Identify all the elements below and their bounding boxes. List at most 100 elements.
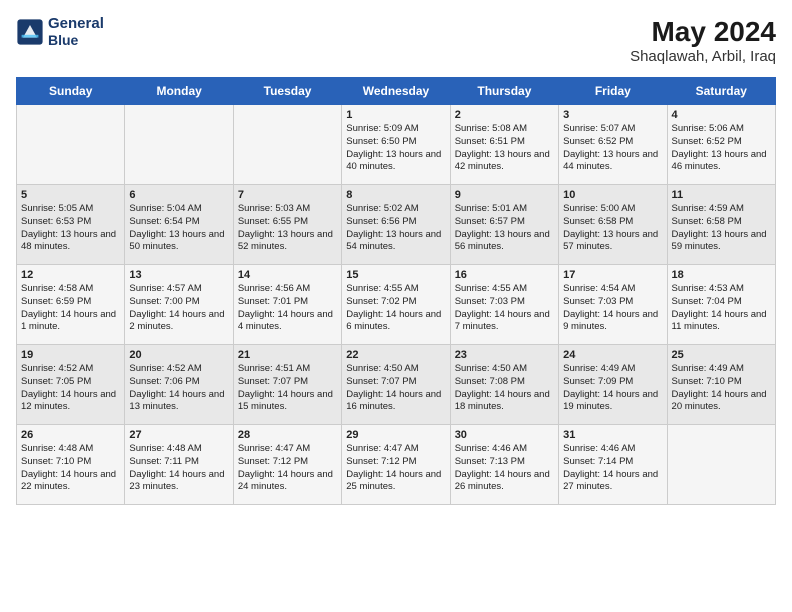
calendar-table: SundayMondayTuesdayWednesdayThursdayFrid… <box>16 77 776 505</box>
day-info: Sunrise: 4:48 AM Sunset: 7:10 PM Dayligh… <box>21 443 120 494</box>
calendar-cell: 3 Sunrise: 5:07 AM Sunset: 6:52 PM Daylig… <box>559 105 667 185</box>
day-number: 1 <box>346 109 445 121</box>
day-number: 30 <box>455 429 554 441</box>
day-info: Sunrise: 5:01 AM Sunset: 6:57 PM Dayligh… <box>455 203 554 254</box>
day-number: 24 <box>563 349 662 361</box>
day-info: Sunrise: 4:49 AM Sunset: 7:09 PM Dayligh… <box>563 363 662 414</box>
title-block: May 2024 Shaqlawah, Arbil, Iraq <box>630 16 776 65</box>
calendar-cell: 6 Sunrise: 5:04 AM Sunset: 6:54 PM Daylig… <box>125 185 233 265</box>
day-info: Sunrise: 4:56 AM Sunset: 7:01 PM Dayligh… <box>238 283 337 334</box>
day-info: Sunrise: 4:50 AM Sunset: 7:08 PM Dayligh… <box>455 363 554 414</box>
day-number: 31 <box>563 429 662 441</box>
day-number: 23 <box>455 349 554 361</box>
day-info: Sunrise: 5:06 AM Sunset: 6:52 PM Dayligh… <box>672 123 771 174</box>
day-number: 22 <box>346 349 445 361</box>
calendar-cell: 15Sunrise: 4:55 AM Sunset: 7:02 PM Dayli… <box>342 265 450 345</box>
day-number: 20 <box>129 349 228 361</box>
calendar-cell: 16Sunrise: 4:55 AM Sunset: 7:03 PM Dayli… <box>450 265 558 345</box>
day-number: 25 <box>672 349 771 361</box>
weekday-header-sunday: Sunday <box>17 78 125 105</box>
day-info: Sunrise: 5:00 AM Sunset: 6:58 PM Dayligh… <box>563 203 662 254</box>
day-info: Sunrise: 5:09 AM Sunset: 6:50 PM Dayligh… <box>346 123 445 174</box>
day-info: Sunrise: 4:46 AM Sunset: 7:14 PM Dayligh… <box>563 443 662 494</box>
calendar-cell: 21Sunrise: 4:51 AM Sunset: 7:07 PM Dayli… <box>233 345 341 425</box>
logo-text: General Blue <box>48 16 104 48</box>
calendar-cell: 30Sunrise: 4:46 AM Sunset: 7:13 PM Dayli… <box>450 425 558 505</box>
calendar-cell: 26 Sunrise: 4:48 AM Sunset: 7:10 PM Dayli… <box>17 425 125 505</box>
day-number: 7 <box>238 189 337 201</box>
calendar-cell: 7 Sunrise: 5:03 AM Sunset: 6:55 PM Daylig… <box>233 185 341 265</box>
calendar-cell: 9Sunrise: 5:01 AM Sunset: 6:57 PM Daylig… <box>450 185 558 265</box>
calendar-cell: 11 Sunrise: 4:59 AM Sunset: 6:58 PM Dayli… <box>667 185 775 265</box>
day-info: Sunrise: 4:55 AM Sunset: 7:02 PM Dayligh… <box>346 283 445 334</box>
calendar-cell <box>667 425 775 505</box>
day-number: 3 <box>563 109 662 121</box>
day-number: 19 <box>21 349 120 361</box>
day-info: Sunrise: 4:52 AM Sunset: 7:05 PM Dayligh… <box>21 363 120 414</box>
calendar-cell: 13 Sunrise: 4:57 AM Sunset: 7:00 PM Dayli… <box>125 265 233 345</box>
day-number: 8 <box>346 189 445 201</box>
day-info: Sunrise: 4:51 AM Sunset: 7:07 PM Dayligh… <box>238 363 337 414</box>
day-info: Sunrise: 4:58 AM Sunset: 6:59 PM Dayligh… <box>21 283 120 334</box>
day-info: Sunrise: 5:07 AM Sunset: 6:52 PM Dayligh… <box>563 123 662 174</box>
day-number: 28 <box>238 429 337 441</box>
calendar-week-row: 1 Sunrise: 5:09 AM Sunset: 6:50 PM Daylig… <box>17 105 776 185</box>
calendar-cell: 19 Sunrise: 4:52 AM Sunset: 7:05 PM Dayli… <box>17 345 125 425</box>
calendar-cell: 24 Sunrise: 4:49 AM Sunset: 7:09 PM Dayli… <box>559 345 667 425</box>
day-info: Sunrise: 4:53 AM Sunset: 7:04 PM Dayligh… <box>672 283 771 334</box>
day-info: Sunrise: 4:59 AM Sunset: 6:58 PM Dayligh… <box>672 203 771 254</box>
day-number: 4 <box>672 109 771 121</box>
day-info: Sunrise: 5:08 AM Sunset: 6:51 PM Dayligh… <box>455 123 554 174</box>
calendar-cell: 20 Sunrise: 4:52 AM Sunset: 7:06 PM Dayli… <box>125 345 233 425</box>
calendar-cell: 17 Sunrise: 4:54 AM Sunset: 7:03 PM Dayli… <box>559 265 667 345</box>
weekday-header-tuesday: Tuesday <box>233 78 341 105</box>
day-number: 27 <box>129 429 228 441</box>
day-number: 2 <box>455 109 554 121</box>
calendar-cell: 8Sunrise: 5:02 AM Sunset: 6:56 PM Daylig… <box>342 185 450 265</box>
weekday-header-row: SundayMondayTuesdayWednesdayThursdayFrid… <box>17 78 776 105</box>
day-info: Sunrise: 5:04 AM Sunset: 6:54 PM Dayligh… <box>129 203 228 254</box>
calendar-cell: 18 Sunrise: 4:53 AM Sunset: 7:04 PM Dayli… <box>667 265 775 345</box>
weekday-header-thursday: Thursday <box>450 78 558 105</box>
day-number: 18 <box>672 269 771 281</box>
day-number: 14 <box>238 269 337 281</box>
weekday-header-friday: Friday <box>559 78 667 105</box>
day-number: 17 <box>563 269 662 281</box>
day-number: 5 <box>21 189 120 201</box>
calendar-cell <box>233 105 341 185</box>
calendar-cell: 5 Sunrise: 5:05 AM Sunset: 6:53 PM Daylig… <box>17 185 125 265</box>
calendar-week-row: 19 Sunrise: 4:52 AM Sunset: 7:05 PM Dayli… <box>17 345 776 425</box>
calendar-cell: 14 Sunrise: 4:56 AM Sunset: 7:01 PM Dayli… <box>233 265 341 345</box>
weekday-header-wednesday: Wednesday <box>342 78 450 105</box>
day-info: Sunrise: 4:57 AM Sunset: 7:00 PM Dayligh… <box>129 283 228 334</box>
day-info: Sunrise: 4:50 AM Sunset: 7:07 PM Dayligh… <box>346 363 445 414</box>
day-info: Sunrise: 5:03 AM Sunset: 6:55 PM Dayligh… <box>238 203 337 254</box>
calendar-cell: 27Sunrise: 4:48 AM Sunset: 7:11 PM Dayli… <box>125 425 233 505</box>
calendar-cell: 28Sunrise: 4:47 AM Sunset: 7:12 PM Dayli… <box>233 425 341 505</box>
calendar-cell: 31 Sunrise: 4:46 AM Sunset: 7:14 PM Dayli… <box>559 425 667 505</box>
calendar-cell: 4 Sunrise: 5:06 AM Sunset: 6:52 PM Daylig… <box>667 105 775 185</box>
calendar-cell: 2 Sunrise: 5:08 AM Sunset: 6:51 PM Daylig… <box>450 105 558 185</box>
day-info: Sunrise: 4:52 AM Sunset: 7:06 PM Dayligh… <box>129 363 228 414</box>
calendar-subtitle: Shaqlawah, Arbil, Iraq <box>630 48 776 65</box>
calendar-week-row: 5 Sunrise: 5:05 AM Sunset: 6:53 PM Daylig… <box>17 185 776 265</box>
calendar-cell: 29Sunrise: 4:47 AM Sunset: 7:12 PM Dayli… <box>342 425 450 505</box>
day-number: 6 <box>129 189 228 201</box>
day-number: 11 <box>672 189 771 201</box>
day-number: 10 <box>563 189 662 201</box>
weekday-header-saturday: Saturday <box>667 78 775 105</box>
calendar-week-row: 12Sunrise: 4:58 AM Sunset: 6:59 PM Dayli… <box>17 265 776 345</box>
logo-icon <box>16 18 44 46</box>
day-info: Sunrise: 5:05 AM Sunset: 6:53 PM Dayligh… <box>21 203 120 254</box>
day-number: 13 <box>129 269 228 281</box>
calendar-cell: 22 Sunrise: 4:50 AM Sunset: 7:07 PM Dayli… <box>342 345 450 425</box>
calendar-cell <box>17 105 125 185</box>
day-number: 16 <box>455 269 554 281</box>
calendar-cell: 23 Sunrise: 4:50 AM Sunset: 7:08 PM Dayli… <box>450 345 558 425</box>
calendar-cell: 10 Sunrise: 5:00 AM Sunset: 6:58 PM Dayli… <box>559 185 667 265</box>
calendar-cell: 25Sunrise: 4:49 AM Sunset: 7:10 PM Dayli… <box>667 345 775 425</box>
day-info: Sunrise: 4:47 AM Sunset: 7:12 PM Dayligh… <box>346 443 445 494</box>
day-info: Sunrise: 4:54 AM Sunset: 7:03 PM Dayligh… <box>563 283 662 334</box>
calendar-title: May 2024 <box>630 16 776 48</box>
day-number: 26 <box>21 429 120 441</box>
